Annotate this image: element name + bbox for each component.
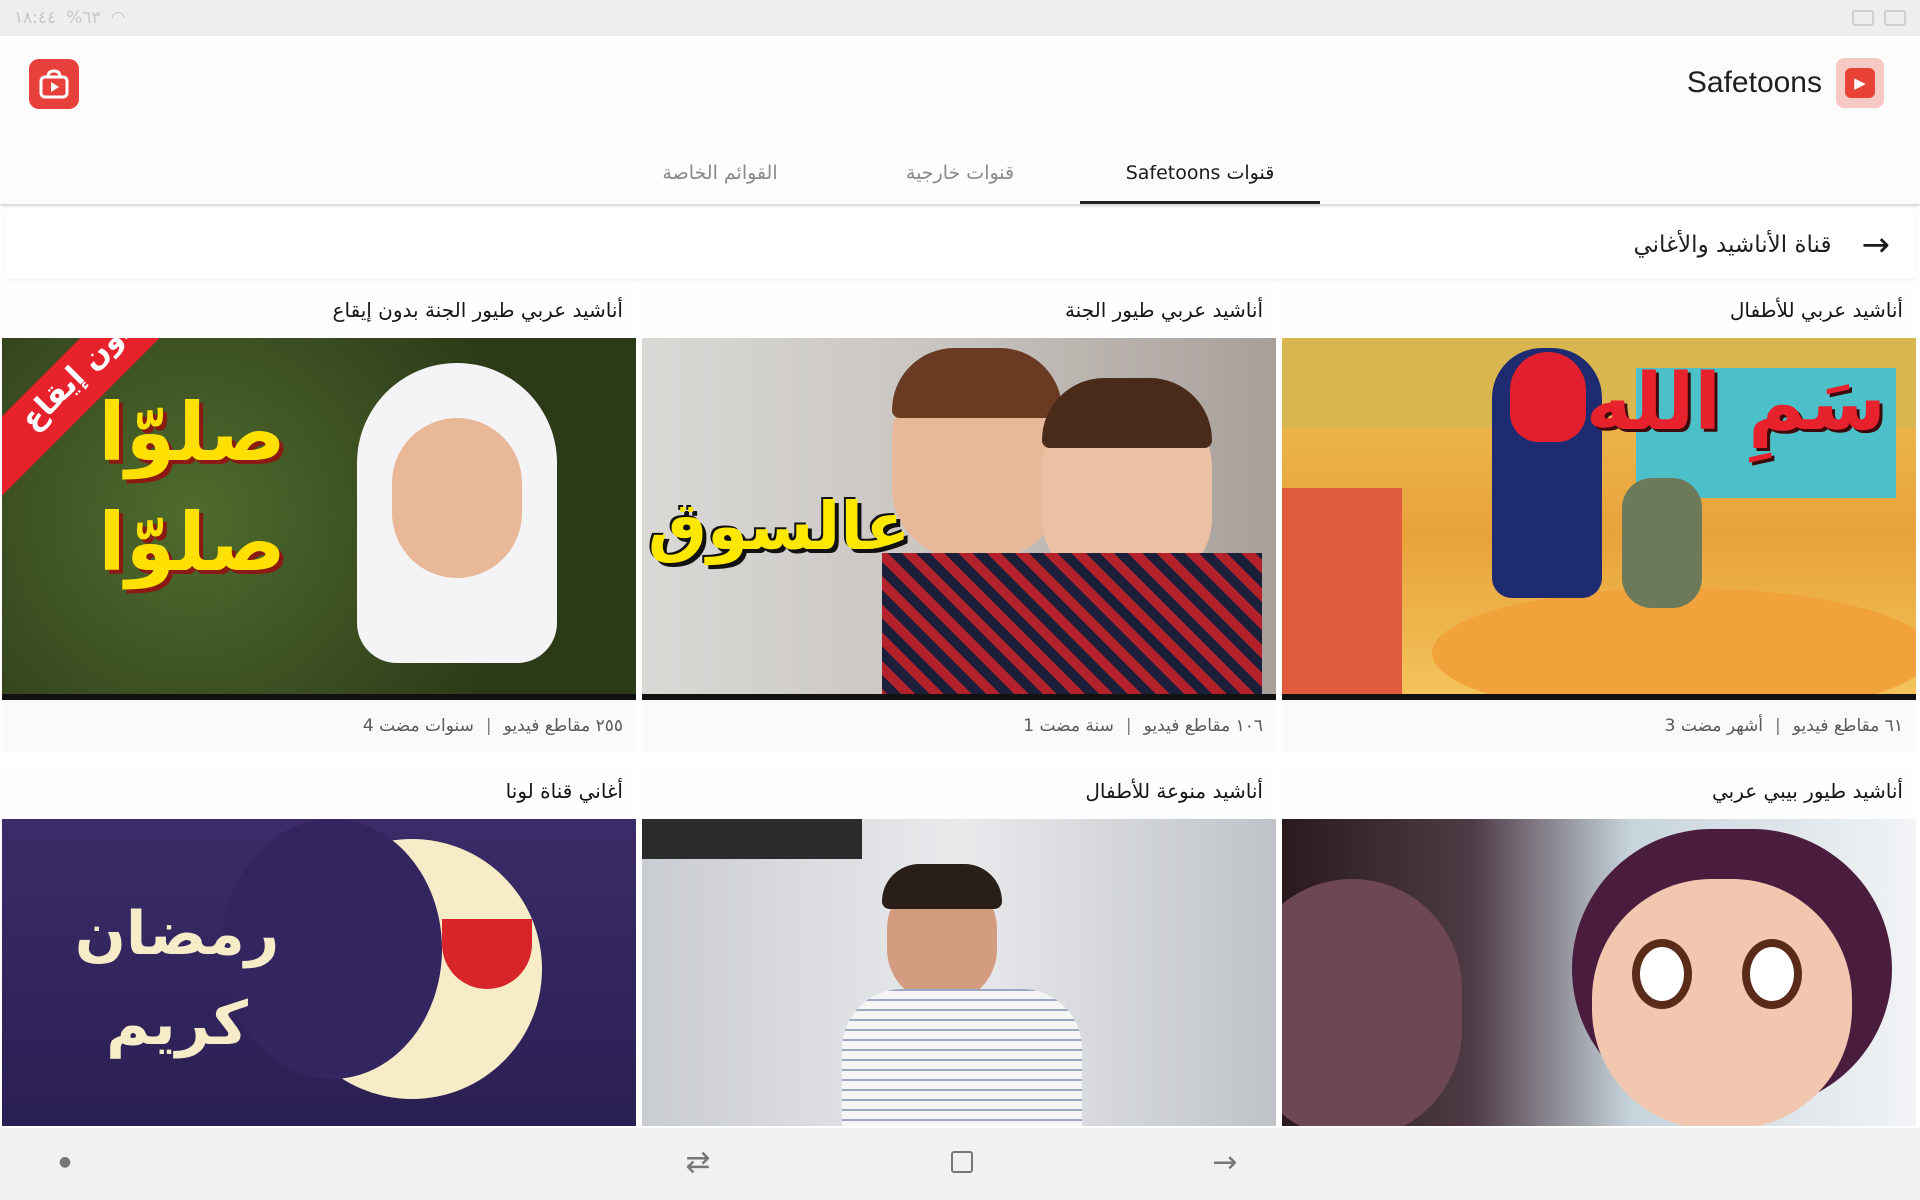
card-video-count: ٦١ مقاطع فيديو <box>1792 716 1903 736</box>
thumb-eye-left <box>1632 939 1692 1009</box>
app-header: Safetoons ▶ قنوات Safetoons قنوات خارجية… <box>0 36 1920 204</box>
battery-text: %٦٣ <box>66 8 101 28</box>
thumb-boy <box>1622 478 1702 608</box>
thumb-text: سَمِ الله <box>1585 358 1886 448</box>
time-text: ١٨:٤٤ <box>14 8 57 28</box>
play-bag-svg <box>39 69 69 99</box>
playlist-card[interactable]: أغاني قناة لونا رمضان كريم <box>2 763 636 1126</box>
card-title: أناشيد عربي طيور الجنة بدون إيقاع <box>2 282 636 338</box>
tab-bar: قنوات Safetoons قنوات خارجية القوائم الخ… <box>600 141 1320 204</box>
card-thumbnail[interactable]: سَمِ الله <box>1282 338 1916 700</box>
recent-apps-icon[interactable]: ⇄ <box>678 1142 718 1182</box>
card-title: أناشيد عربي للأطفال <box>1282 282 1916 338</box>
playlist-card[interactable]: أناشيد منوعة للأطفال <box>642 763 1276 1126</box>
card-meta: 1 سنة مضت | ١٠٦ مقاطع فيديو <box>642 700 1276 752</box>
back-icon[interactable]: → <box>1205 1142 1245 1182</box>
home-icon-shape <box>951 1151 973 1173</box>
wifi-icon: ◠ <box>110 8 126 28</box>
thumb-teacher-shirt <box>842 989 1082 1126</box>
card-thumbnail[interactable] <box>642 819 1276 1126</box>
message-icon <box>1884 10 1906 26</box>
thumb-boy2-hair <box>1042 378 1212 448</box>
meta-separator: | <box>485 716 492 736</box>
status-left: ١٨:٤٤ %٦٣ ◠ <box>14 8 126 28</box>
card-thumbnail[interactable] <box>1282 819 1916 1126</box>
card-meta: 4 سنوات مضت | ٢٥٥ مقاطع فيديو <box>2 700 636 752</box>
thumb-face <box>1592 879 1852 1126</box>
thumb-text: صلوّا صلوّا <box>98 386 286 589</box>
play-bag-icon[interactable] <box>29 59 79 109</box>
home-icon[interactable] <box>942 1142 982 1182</box>
card-thumbnail[interactable]: بدون إيقاع صلوّا صلوّا <box>2 338 636 700</box>
playlist-card[interactable]: أناشيد طيور بيبي عربي <box>1282 763 1916 1126</box>
card-title: أغاني قناة لونا <box>2 763 636 819</box>
notification-icon <box>1852 10 1874 26</box>
tab-safetoons-channels[interactable]: قنوات Safetoons <box>1080 141 1320 204</box>
card-title: أناشيد عربي طيور الجنة <box>642 282 1276 338</box>
brand: Safetoons ▶ <box>1687 58 1884 108</box>
thumb-ear <box>1282 879 1462 1126</box>
tab-external-channels[interactable]: قنوات خارجية <box>840 141 1080 204</box>
card-meta: 3 أشهر مضت | ٦١ مقاطع فيديو <box>1282 700 1916 752</box>
meta-separator: | <box>1775 716 1781 736</box>
section-title: قناة الأناشيد والأغاني <box>1633 232 1832 258</box>
thumb-hijab <box>1510 352 1586 442</box>
card-title: أناشيد منوعة للأطفال <box>642 763 1276 819</box>
playlist-card[interactable]: أناشيد عربي للأطفال سَمِ الله 3 أشهر مضت… <box>1282 282 1916 752</box>
status-bar: ١٨:٤٤ %٦٣ ◠ <box>0 0 1920 36</box>
section-header[interactable]: → قناة الأناشيد والأغاني <box>5 211 1916 279</box>
card-title: أناشيد طيور بيبي عربي <box>1282 763 1916 819</box>
thumb-shirts <box>882 553 1262 694</box>
thumb-text: عالسوق <box>648 488 911 565</box>
kids-logo-icon: ▶ <box>1836 58 1884 108</box>
playlist-card[interactable]: أناشيد عربي طيور الجنة عالسوق 1 سنة مضت … <box>642 282 1276 752</box>
thumb-girl-face <box>392 418 522 578</box>
thumb-eye-right <box>1742 939 1802 1009</box>
card-thumbnail[interactable]: رمضان كريم <box>2 819 636 1126</box>
thumb-cabinet <box>1282 488 1402 694</box>
card-age: 3 أشهر مضت <box>1664 716 1764 736</box>
arrow-right-icon[interactable]: → <box>1862 228 1891 262</box>
thumb-boy-hair <box>892 348 1062 418</box>
card-age: 4 سنوات مضت <box>362 716 474 736</box>
status-right <box>1852 10 1906 26</box>
dot-icon[interactable]: ● <box>45 1142 85 1182</box>
playlist-card[interactable]: أناشيد عربي طيور الجنة بدون إيقاع بدون إ… <box>2 282 636 752</box>
thumb-text: رمضان كريم <box>74 899 280 1059</box>
system-nav-bar: → ⇄ ● <box>0 1128 1920 1200</box>
card-thumbnail[interactable]: عالسوق <box>642 338 1276 700</box>
app-title: Safetoons <box>1686 66 1822 99</box>
thumb-teacher-hair <box>882 864 1002 909</box>
tab-private-lists[interactable]: القوائم الخاصة <box>600 141 840 204</box>
card-age: 1 سنة مضت <box>1023 716 1114 736</box>
thumb-projector <box>642 819 862 859</box>
card-video-count: ١٠٦ مقاطع فيديو <box>1143 716 1263 736</box>
card-video-count: ٢٥٥ مقاطع فيديو <box>503 716 623 736</box>
meta-separator: | <box>1125 716 1132 736</box>
kids-logo-inner: ▶ <box>1845 68 1875 98</box>
